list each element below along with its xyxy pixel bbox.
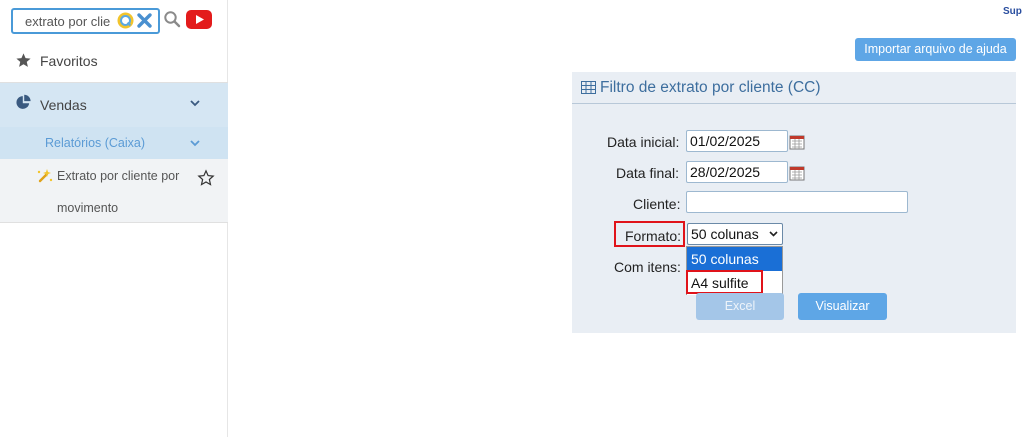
- nav-item-label-line2: movimento: [57, 201, 119, 215]
- nav-relatorios-caixa[interactable]: Relatórios (Caixa): [0, 127, 228, 159]
- visualizar-button[interactable]: Visualizar: [798, 293, 887, 320]
- nav-favoritos-label: Favoritos: [40, 53, 98, 69]
- calendar-icon[interactable]: [789, 134, 805, 150]
- panel-header: Filtro de extrato por cliente (CC): [572, 72, 1016, 104]
- nav-favoritos[interactable]: Favoritos: [0, 44, 228, 80]
- nav-extrato-cliente[interactable]: Extrato por cliente por movimento: [0, 159, 228, 223]
- magic-wand-icon: [37, 169, 53, 183]
- search-icon[interactable]: [163, 10, 181, 28]
- formato-selected-value: 50 colunas: [691, 226, 759, 242]
- calendar-icon[interactable]: [789, 165, 805, 181]
- clear-icon[interactable]: [136, 12, 153, 29]
- youtube-icon[interactable]: [186, 10, 212, 29]
- a4-sulfite-highlight: [686, 270, 763, 294]
- data-inicial-input[interactable]: 01/02/2025: [686, 130, 788, 152]
- chevron-down-icon: [190, 100, 200, 107]
- search-input[interactable]: [25, 13, 117, 30]
- formato-label: Formato:: [625, 228, 682, 244]
- nav-relatorios-label: Relatórios (Caixa): [45, 136, 146, 150]
- cliente-label: Cliente:: [633, 196, 681, 212]
- nav-vendas-label: Vendas: [40, 97, 87, 113]
- chevron-down-icon: [190, 140, 200, 147]
- formato-select[interactable]: 50 colunas: [687, 223, 783, 245]
- nav-vendas[interactable]: Vendas: [0, 82, 228, 127]
- chevron-down-icon: [769, 231, 778, 237]
- panel-title: Filtro de extrato por cliente (CC): [600, 79, 821, 96]
- import-help-button[interactable]: Importar arquivo de ajuda: [855, 38, 1016, 61]
- com-itens-label: Com itens:: [614, 259, 681, 275]
- dropdown-option-50-colunas[interactable]: 50 colunas: [687, 247, 782, 271]
- pie-chart-icon: [16, 94, 31, 109]
- cliente-input[interactable]: [686, 191, 908, 213]
- data-final-label: Data final:: [616, 165, 680, 181]
- search-box[interactable]: [11, 8, 160, 34]
- favorite-star-icon[interactable]: [197, 169, 215, 187]
- table-icon: [581, 81, 596, 94]
- data-final-input[interactable]: 28/02/2025: [686, 161, 788, 183]
- data-inicial-label: Data inicial:: [607, 134, 680, 150]
- support-link[interactable]: Sup: [1003, 6, 1022, 17]
- search-go-icon[interactable]: [117, 12, 134, 29]
- excel-button[interactable]: Excel: [696, 293, 784, 320]
- filter-panel: Filtro de extrato por cliente (CC) Data …: [572, 72, 1016, 333]
- star-icon: [16, 53, 31, 67]
- sidebar: Favoritos Vendas Relatórios (Caixa) Extr…: [0, 0, 228, 437]
- nav-item-label-line1: Extrato por cliente por: [57, 169, 180, 183]
